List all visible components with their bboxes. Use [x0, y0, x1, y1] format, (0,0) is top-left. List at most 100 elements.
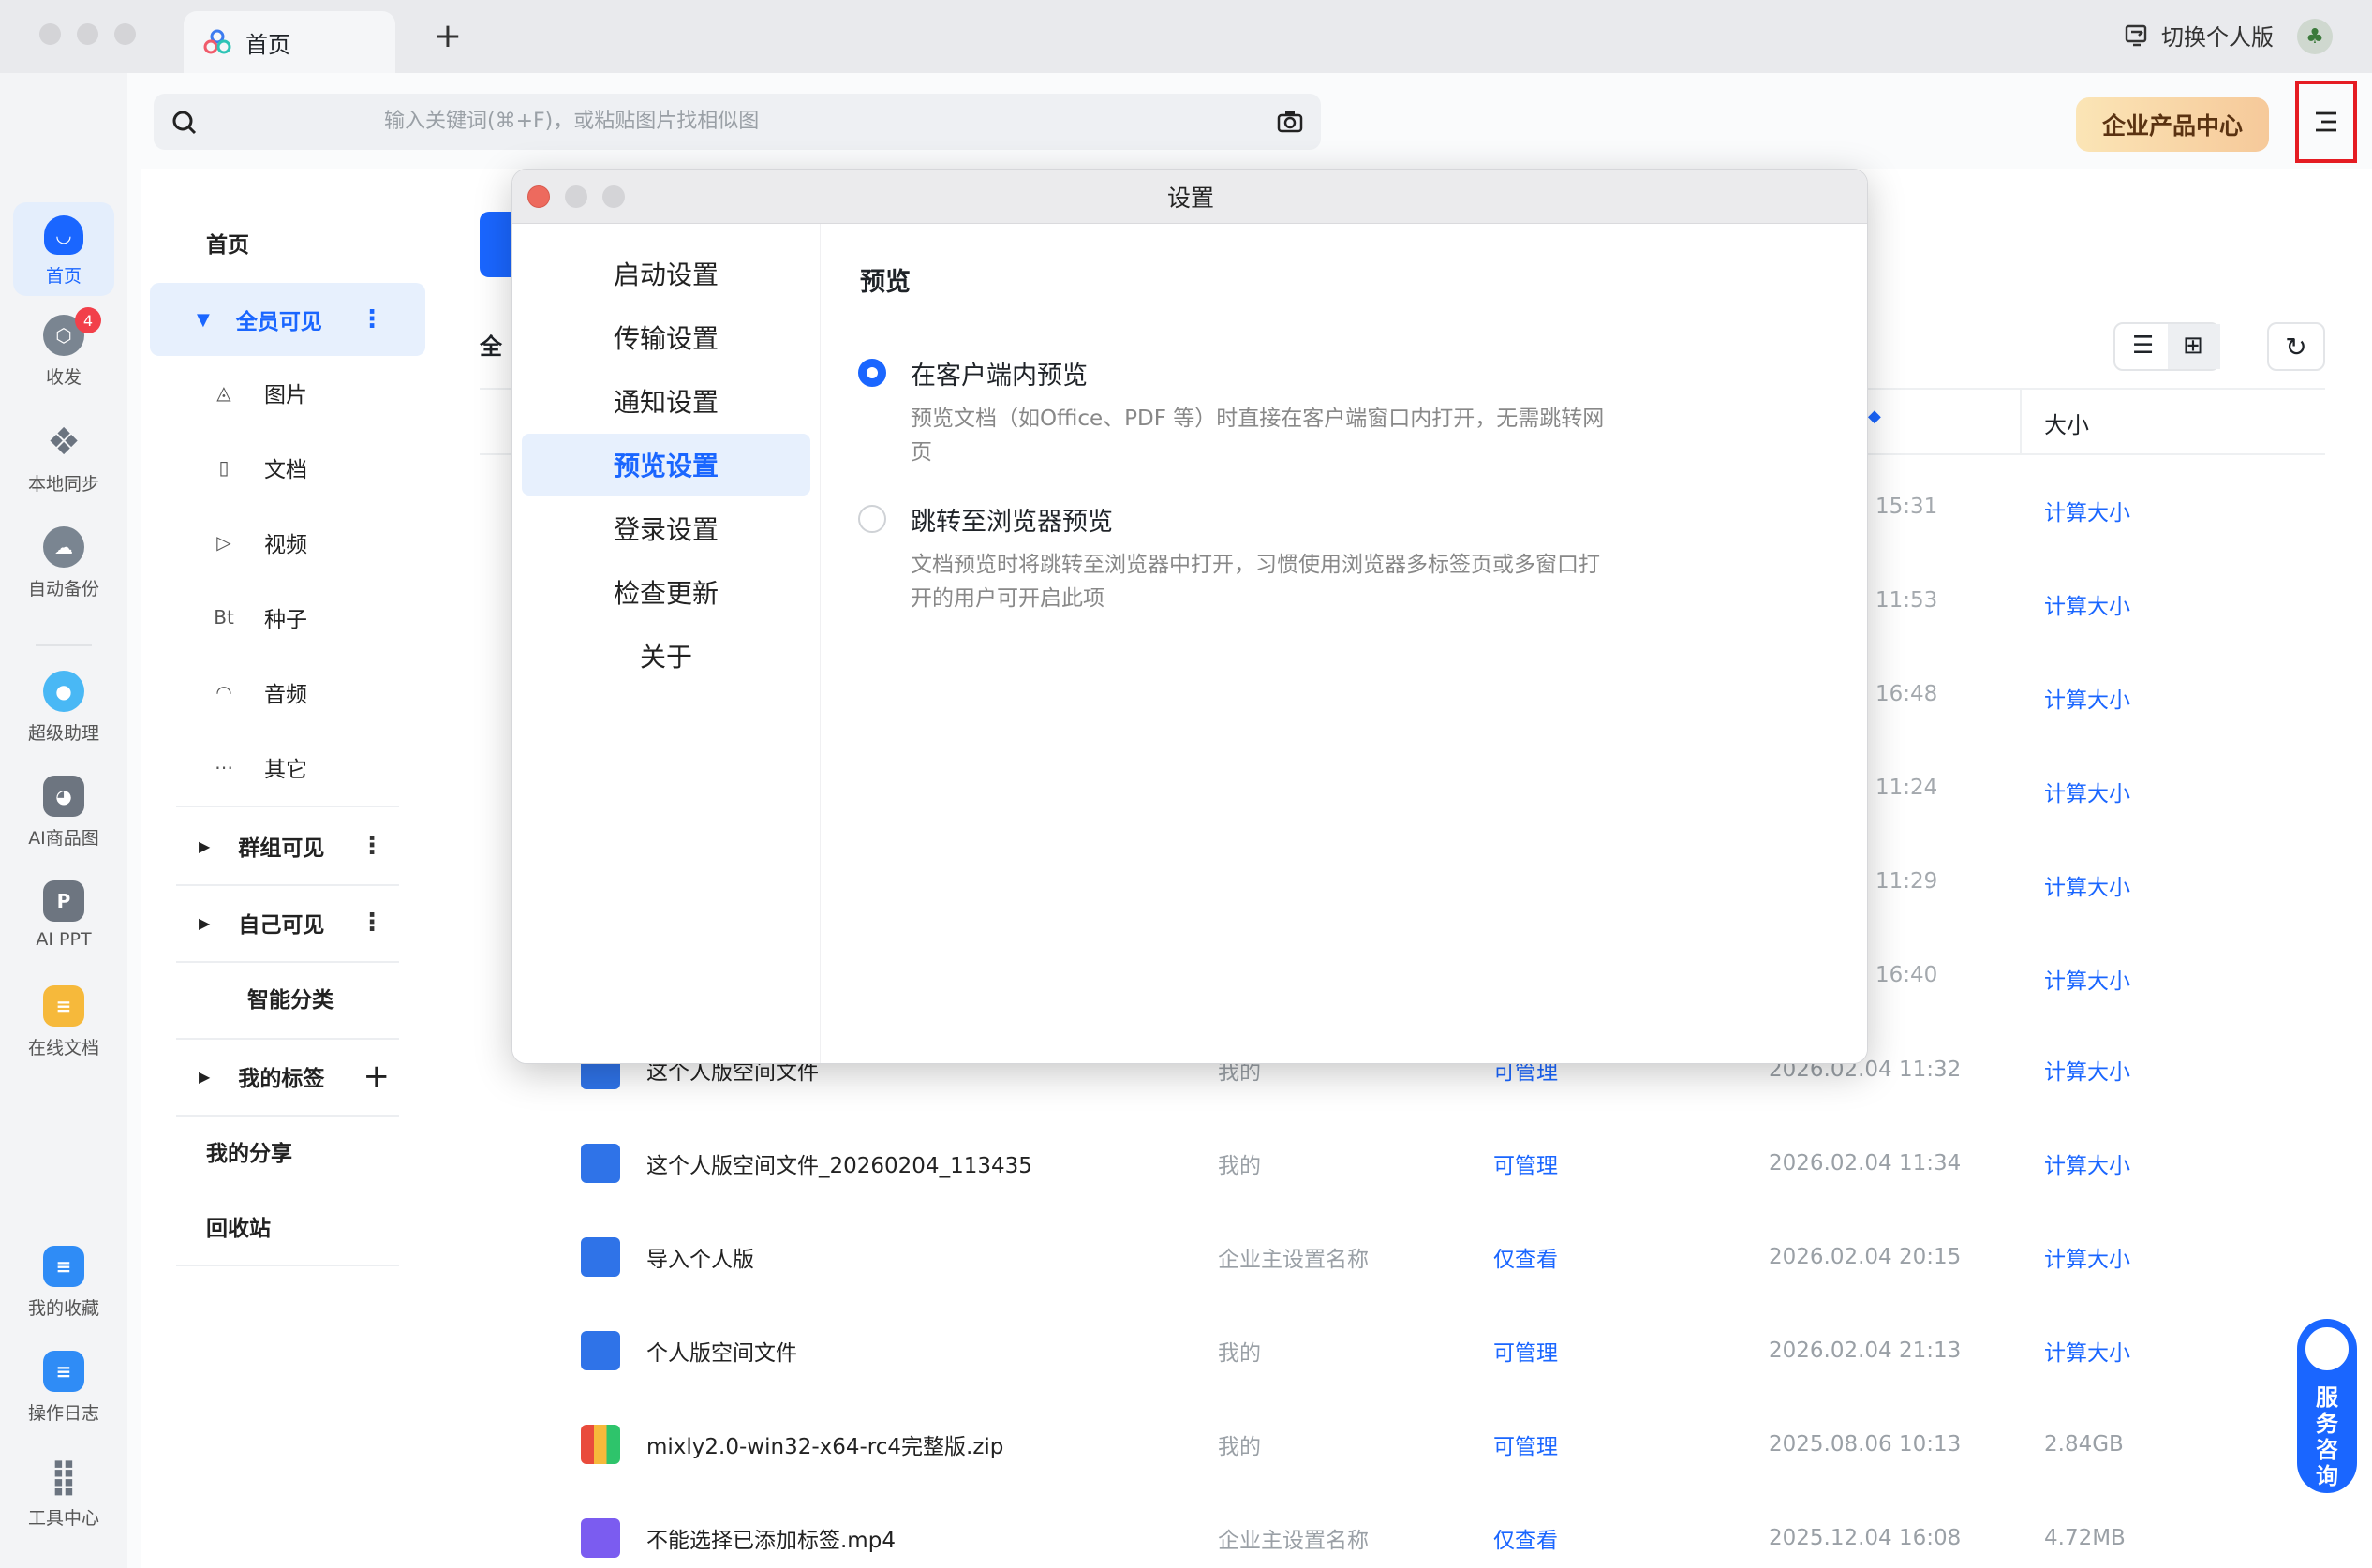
option-client-desc: 预览文档（如Office、PDF 等）时直接在客户端窗口内打开，无需跳转网: [911, 407, 1605, 431]
table-row[interactable]: 个人版空间文件 我的 可管理 2026.02.04 21:13 计算大小: [581, 1304, 2323, 1398]
calc-size-link[interactable]: 计算大小: [2044, 1241, 2130, 1273]
calc-size-link[interactable]: 计算大小: [2044, 588, 2130, 620]
switch-label: 切换个人版: [2161, 24, 2274, 51]
window-close-button[interactable]: [39, 23, 61, 45]
table-row[interactable]: 导入个人版 企业主设置名称 仅查看 2026.02.04 20:15 计算大小: [581, 1210, 2323, 1304]
nav-torrents[interactable]: Bt 种子: [150, 581, 425, 654]
window-minimize-button[interactable]: [77, 23, 98, 45]
rail-inbox[interactable]: ⬡ 4 收发: [13, 307, 114, 389]
camera-icon[interactable]: [1276, 109, 1304, 135]
calc-size-link[interactable]: 计算大小: [2044, 963, 2130, 995]
service-consult-button[interactable]: 服 务 咨 询: [2297, 1319, 2357, 1493]
option-browser-title[interactable]: 跳转至浏览器预览: [911, 501, 1113, 538]
rail-home[interactable]: ◡ 首页: [13, 202, 114, 296]
file-name: 导入个人版: [646, 1248, 754, 1272]
rail-favorites-label: 我的收藏: [27, 1298, 99, 1319]
switch-personal-button[interactable]: 切换个人版: [2124, 19, 2274, 52]
help-char: 务: [2316, 1411, 2338, 1437]
nav-others[interactable]: ⋯ 其它: [150, 731, 425, 804]
nav-docs-label: 文档: [264, 458, 307, 482]
calc-size-link[interactable]: 计算大小: [2044, 495, 2130, 526]
window-zoom-button[interactable]: [114, 23, 136, 45]
enterprise-center-button[interactable]: 企业产品中心: [2076, 97, 2269, 152]
menu-notification[interactable]: 通知设置: [522, 370, 810, 432]
nav-share[interactable]: 我的分享: [150, 1115, 425, 1188]
caret-right-icon: ▶: [199, 913, 211, 932]
tab-home[interactable]: 首页: [184, 11, 395, 73]
nav-all[interactable]: ▼ 全员可见 ⋮: [150, 283, 425, 356]
switch-icon: [2125, 24, 2147, 46]
sort-icon[interactable]: ◆: [1868, 407, 1881, 426]
option-client-title[interactable]: 在客户端内预览: [911, 355, 1088, 392]
file-owner: 我的: [1218, 1154, 1261, 1178]
menu-startup[interactable]: 启动设置: [522, 243, 810, 304]
refresh-button[interactable]: ↻: [2267, 322, 2325, 371]
nav-home[interactable]: 首页: [150, 206, 425, 279]
table-row[interactable]: mixly2.0-win32-x64-rc4完整版.zip 我的 可管理 202…: [581, 1398, 2323, 1491]
nav-self[interactable]: ▶ 自己可见 ⋮: [150, 886, 425, 959]
table-row[interactable]: 不能选择已添加标签.mp4 企业主设置名称 仅查看 2025.12.04 16:…: [581, 1491, 2323, 1568]
user-avatar[interactable]: ♣: [2297, 19, 2333, 54]
menu-about[interactable]: 关于: [522, 625, 810, 687]
rail-assistant[interactable]: ● 超级助理: [13, 671, 114, 745]
file-permission: 可管理: [1493, 1435, 1558, 1459]
nav-recycle[interactable]: 回收站: [150, 1190, 425, 1263]
file-owner: 企业主设置名称: [1218, 1248, 1369, 1272]
file-size: 2.84GB: [2044, 1432, 2124, 1457]
table-row[interactable]: 这个人版空间文件_20260204_113435 我的 可管理 2026.02.…: [581, 1117, 2323, 1210]
calc-size-link[interactable]: 计算大小: [2044, 869, 2130, 901]
size-column-header[interactable]: 大小: [2044, 407, 2089, 439]
nav-smart[interactable]: 智能分类: [150, 961, 425, 1034]
nav-videos[interactable]: ▷ 视频: [150, 506, 425, 579]
view-toggle[interactable]: ☰ ⊞: [2113, 322, 2220, 371]
rail-online-doc[interactable]: ≡ 在线文档: [13, 985, 114, 1059]
calc-size-link[interactable]: 计算大小: [2044, 1147, 2130, 1179]
nav-docs[interactable]: ▯ 文档: [150, 431, 425, 504]
rail-tools[interactable]: ⣿ 工具中心: [13, 1456, 114, 1530]
radio-client-preview[interactable]: [858, 359, 886, 387]
file-name: 不能选择已添加标签.mp4: [646, 1529, 896, 1553]
rail-ai-ppt[interactable]: P AI PPT: [13, 880, 114, 950]
menu-icon: [2316, 111, 2336, 132]
dialog-minimize-button[interactable]: [565, 185, 587, 208]
grid-view-icon[interactable]: ⊞: [2183, 332, 2203, 360]
nav-audio[interactable]: ◠ 音频: [150, 656, 425, 729]
dialog-title-bar: 设置: [512, 170, 1867, 224]
list-view-icon[interactable]: ☰: [2132, 332, 2154, 360]
help-char: 询: [2316, 1463, 2338, 1489]
nav-pictures[interactable]: ◬ 图片: [150, 356, 425, 429]
nav-tags[interactable]: ▶ 我的标签 +: [150, 1040, 425, 1113]
menu-update[interactable]: 检查更新: [522, 561, 810, 623]
home-icon: ◡: [44, 215, 83, 255]
menu-transfer[interactable]: 传输设置: [522, 306, 810, 368]
rail-sync[interactable]: ❖ 本地同步: [13, 421, 114, 496]
calc-size-link[interactable]: 计算大小: [2044, 1335, 2130, 1367]
rail-favorites[interactable]: ≡ 我的收藏: [13, 1246, 114, 1320]
nav-group[interactable]: ▶ 群组可见 ⋮: [150, 809, 425, 882]
menu-login[interactable]: 登录设置: [522, 497, 810, 559]
radio-browser-preview[interactable]: [858, 505, 886, 533]
dialog-close-button[interactable]: [527, 185, 550, 208]
file-name: 个人版空间文件: [646, 1341, 797, 1366]
file-owner: 企业主设置名称: [1218, 1529, 1369, 1553]
rail-backup[interactable]: ☁ 自动备份: [13, 526, 114, 600]
picture-icon: ◬: [216, 381, 231, 404]
more-icon[interactable]: ⋮: [360, 832, 384, 860]
add-tag-icon[interactable]: +: [363, 1058, 391, 1095]
caret-right-icon: ▶: [199, 836, 211, 855]
dialog-zoom-button[interactable]: [602, 185, 625, 208]
calc-size-link[interactable]: 计算大小: [2044, 682, 2130, 714]
calc-size-link[interactable]: 计算大小: [2044, 1054, 2130, 1086]
menu-button[interactable]: [2295, 81, 2357, 163]
more-icon[interactable]: ⋮: [360, 909, 384, 937]
rail-oplog[interactable]: ≡ 操作日志: [13, 1351, 114, 1425]
menu-preview[interactable]: 预览设置: [522, 434, 810, 496]
new-tab-button[interactable]: +: [429, 17, 467, 55]
calc-size-link[interactable]: 计算大小: [2044, 776, 2130, 807]
headphones-icon: ◠: [215, 681, 232, 703]
rail-ai-product[interactable]: ◕ AI商品图: [13, 776, 114, 850]
more-icon[interactable]: ⋮: [360, 305, 384, 333]
rail-ai-product-label: AI商品图: [28, 828, 99, 849]
nav-all-label: 全员可见: [235, 310, 322, 334]
favorites-icon: ≡: [43, 1246, 84, 1287]
